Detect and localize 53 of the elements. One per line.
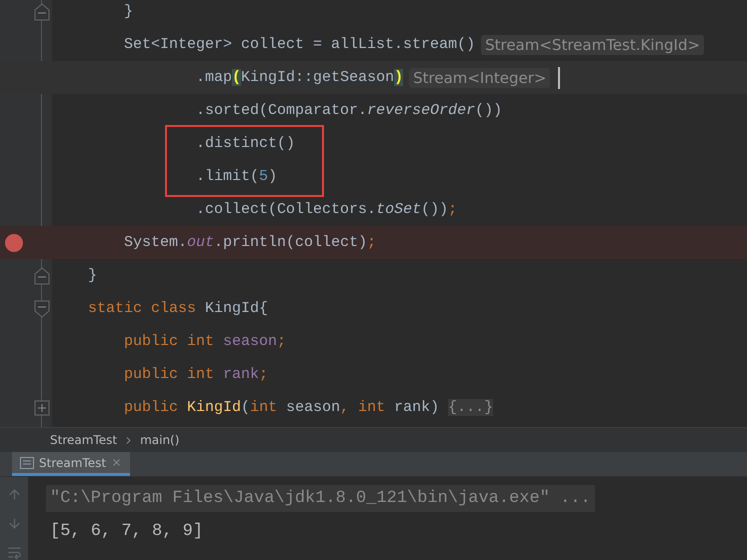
- arrow-down-icon[interactable]: [6, 516, 22, 531]
- breadcrumb-item[interactable]: main(): [140, 433, 180, 448]
- code-token: KingId: [187, 399, 242, 416]
- code-token: season: [286, 399, 340, 416]
- code-token: toSet: [376, 201, 422, 218]
- code-token: System.: [123, 234, 188, 251]
- breakpoint-icon[interactable]: [5, 234, 23, 252]
- code-token: ()): [421, 201, 448, 218]
- code-token: int: [358, 399, 386, 416]
- code-token: ;: [448, 201, 458, 218]
- code-token: rank): [394, 399, 440, 416]
- code-token: 5: [259, 168, 268, 185]
- code-token: ): [268, 168, 278, 185]
- code-token: ): [394, 69, 404, 86]
- type-hint: Stream<Integer>: [409, 68, 550, 88]
- code-token: KingId{: [205, 300, 268, 317]
- code-token: ;: [259, 366, 268, 383]
- console-command: "C:\Program Files\Java\jdk1.8.0_121\bin\java.exe" ...: [46, 485, 595, 512]
- code-token: (: [232, 69, 242, 86]
- text-caret: [558, 66, 560, 88]
- code-token: .distinct(): [195, 135, 296, 152]
- code-token: .collect(Collectors.: [195, 201, 376, 218]
- expand-icon[interactable]: [34, 400, 50, 416]
- close-icon[interactable]: [111, 457, 122, 468]
- code-token: .sorted(Comparator.: [195, 102, 368, 119]
- console-output: [5, 6, 7, 8, 9]: [49, 521, 204, 543]
- code-token: }: [87, 267, 98, 284]
- code-token: Set<Integer> collect = allList.stream(): [123, 36, 476, 53]
- breadcrumb-item[interactable]: StreamTest: [50, 433, 118, 448]
- type-hint: Stream<StreamTest.KingId>: [481, 34, 704, 54]
- code-token: .map: [195, 69, 232, 86]
- code-token: public: [123, 399, 180, 416]
- code-token: ,: [340, 399, 350, 416]
- console-icon: [20, 456, 34, 469]
- code-token: KingId::getSeason: [241, 69, 394, 86]
- wrap-text-icon[interactable]: [6, 545, 22, 560]
- code-token: static class: [87, 300, 198, 317]
- code-token: int: [250, 399, 278, 416]
- code-token: public int: [123, 333, 216, 350]
- code-token: public int: [123, 366, 216, 383]
- code-token: out: [187, 234, 214, 251]
- code-token: ;: [367, 234, 376, 251]
- folded-code[interactable]: {...}: [448, 399, 494, 416]
- code-token: rank: [223, 366, 260, 383]
- run-tab[interactable]: StreamTest: [12, 452, 130, 476]
- code-token: .limit(: [195, 168, 260, 185]
- code-token: reverseOrder: [367, 102, 476, 119]
- code-token: }: [123, 3, 134, 20]
- code-token: season: [223, 333, 278, 350]
- code-token: (: [241, 399, 250, 416]
- code-token: ;: [277, 333, 286, 350]
- code-token: .println(collect): [214, 234, 368, 251]
- code-token: ()): [475, 102, 502, 119]
